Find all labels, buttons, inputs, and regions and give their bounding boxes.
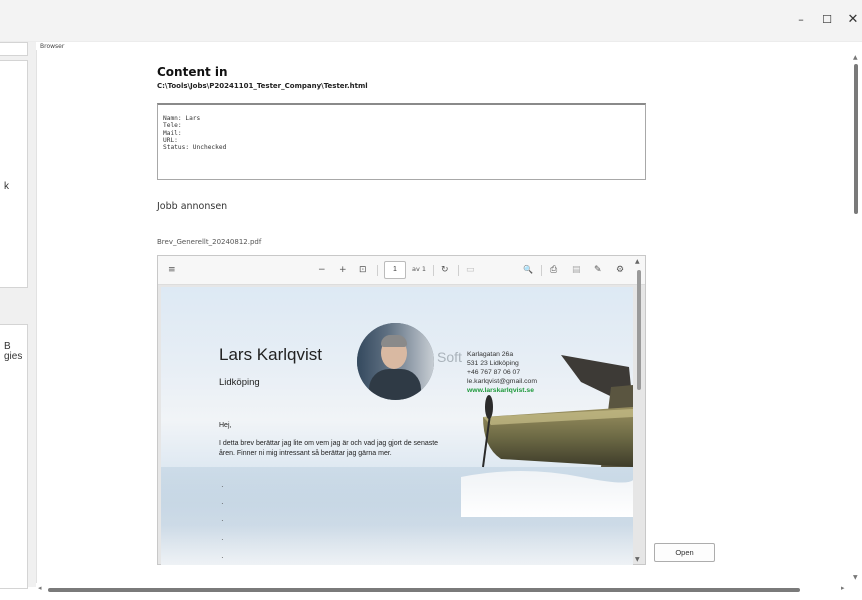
scroll-left-icon[interactable]: ◂ [38, 584, 42, 592]
info-box[interactable]: Namn: Lars Tele: Mail: URL: Status: Unch… [157, 103, 646, 180]
close-button[interactable]: ✕ [843, 10, 862, 30]
profile-photo [357, 323, 434, 400]
left-panel-card-2[interactable]: B gies [0, 324, 28, 589]
bullet-marker: · [221, 499, 224, 508]
toolbar-divider [377, 265, 378, 276]
profile-photo-hair [381, 335, 407, 347]
toolbar-divider [541, 265, 542, 276]
pdf-scrollbar[interactable]: ▲ ▼ [635, 258, 643, 563]
left-panel-fragment: gies [4, 351, 23, 362]
photo-background-text: Soft [437, 349, 462, 365]
pdf-toolbar: ≡ − + ⊡ 1 av 1 ↻ ▭ 🔍 ⎙ ▤ ✎ ⚙ [158, 256, 645, 285]
fit-page-icon[interactable]: ⊡ [359, 263, 367, 277]
letter-body: I detta brev berättar jag lite om vem ja… [219, 439, 439, 458]
contact-email: le.karlqvist@gmail.com [467, 378, 537, 385]
pdf-page: Lars Karlqvist Lidköping Soft Karlagatan… [161, 287, 633, 565]
letter-greeting: Hej, [219, 422, 232, 429]
rotate-icon[interactable]: ↻ [441, 263, 449, 277]
contact-postal: 531 23 Lidköping [467, 360, 519, 367]
main-horizontal-scrollbar[interactable]: ◂ ▸ [36, 583, 850, 595]
settings-icon[interactable]: ⚙ [616, 263, 624, 277]
toolbar-divider [433, 265, 434, 276]
scroll-down-icon[interactable]: ▼ [853, 574, 858, 581]
left-panel-fragment: k [4, 181, 9, 192]
profile-photo-body [369, 369, 421, 400]
info-line-name: Namn: Lars [163, 115, 201, 122]
left-panel-card-1[interactable]: k [0, 60, 28, 288]
info-line-mail: Mail: [163, 129, 182, 137]
pdf-scroll-up-icon[interactable]: ▲ [635, 258, 640, 265]
open-button[interactable]: Open [654, 543, 715, 562]
info-line-url: URL: [163, 136, 178, 144]
annotate-icon[interactable]: ✎ [594, 263, 602, 277]
zoom-in-icon[interactable]: + [339, 263, 347, 277]
bullet-marker: · [221, 482, 224, 491]
bullet-marker: · [221, 535, 224, 544]
info-line-status: Status: Unchecked [163, 144, 227, 152]
pdf-scroll-down-icon[interactable]: ▼ [635, 556, 640, 563]
save-icon[interactable]: ▤ [572, 263, 581, 277]
outline-menu-icon[interactable]: ≡ [168, 263, 176, 277]
toolbar-divider [458, 265, 459, 276]
scroll-right-icon[interactable]: ▸ [841, 584, 845, 592]
browser-label: Browser [40, 43, 65, 50]
zoom-out-icon[interactable]: − [318, 263, 326, 277]
pdf-viewer[interactable]: ≡ − + ⊡ 1 av 1 ↻ ▭ 🔍 ⎙ ▤ ✎ ⚙ Lars Karlqv… [157, 255, 646, 565]
vertical-scrollbar-thumb[interactable] [854, 64, 858, 214]
contact-street: Karlagatan 26a [467, 351, 514, 358]
contact-phone: +46 767 87 06 07 [467, 369, 521, 376]
scroll-up-icon[interactable]: ▲ [853, 54, 858, 61]
info-line-phone: Tele: [163, 122, 182, 130]
main-vertical-scrollbar[interactable]: ▲ ▼ [850, 50, 862, 587]
left-panel-card-top[interactable] [0, 42, 28, 56]
content-title: Content in [157, 65, 228, 79]
bullet-marker: · [221, 516, 224, 525]
title-bar: – ☐ ✕ [0, 0, 862, 42]
horizontal-scrollbar-thumb[interactable] [48, 588, 800, 592]
bullet-marker: · [221, 553, 224, 562]
job-heading: Jobb annonsen [157, 201, 228, 212]
pdf-filename-link[interactable]: Brev_Generellt_20240812.pdf [157, 238, 261, 246]
contact-block: Karlagatan 26a 531 23 Lidköping +46 767 … [467, 350, 537, 395]
resume-name: Lars Karlqvist [219, 345, 322, 364]
search-icon[interactable]: 🔍 [523, 263, 533, 277]
resume-city: Lidköping [219, 377, 260, 388]
pdf-scrollbar-thumb[interactable] [637, 270, 641, 390]
page-count: av 1 [412, 265, 427, 273]
minimize-button[interactable]: – [791, 10, 811, 30]
print-icon[interactable]: ⎙ [550, 263, 557, 277]
left-panel: k B gies [0, 42, 36, 589]
page-number-input[interactable]: 1 [384, 261, 406, 279]
letter-text: Hej, I detta brev berättar jag lite om v… [219, 421, 449, 460]
content-path: C:\Tools\Jobs\P20241101_Tester_Company\T… [157, 82, 368, 90]
two-page-view-icon[interactable]: ▭ [466, 263, 475, 277]
maximize-button[interactable]: ☐ [817, 10, 837, 30]
contact-website: www.larskarlqvist.se [467, 387, 534, 394]
